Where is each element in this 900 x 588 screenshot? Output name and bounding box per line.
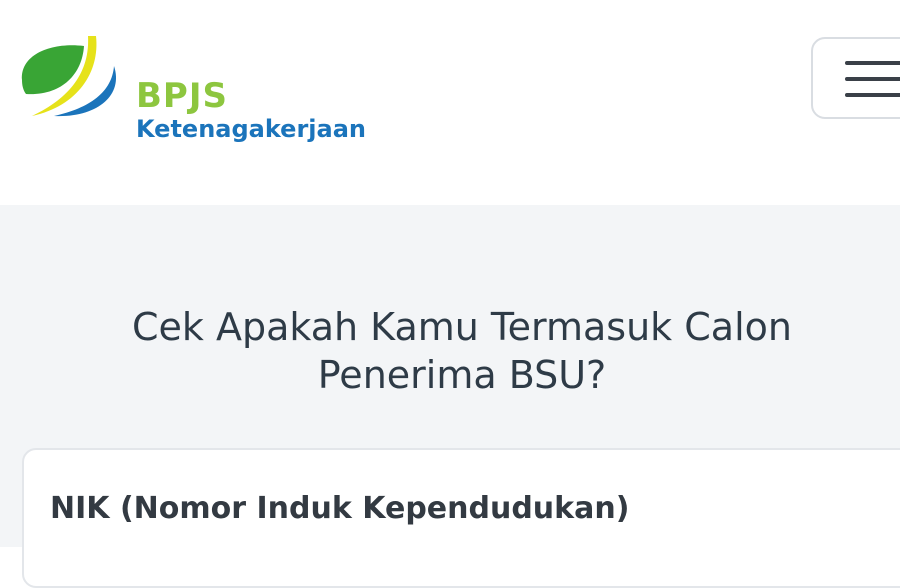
- menu-toggle-button[interactable]: [811, 37, 900, 119]
- nik-field-label: NIK (Nomor Induk Kependudukan): [50, 491, 630, 526]
- site-header: BPJS Ketenagakerjaan: [0, 0, 900, 205]
- check-form-card: NIK (Nomor Induk Kependudukan): [22, 448, 900, 588]
- bpjs-leaf-logo-icon: [21, 36, 117, 117]
- brand-subtitle: Ketenagakerjaan: [136, 115, 366, 143]
- main-section: Cek Apakah Kamu Termasuk Calon Penerima …: [0, 205, 900, 588]
- page-title-line2: Penerima BSU?: [317, 353, 607, 397]
- page-title: Cek Apakah Kamu Termasuk Calon Penerima …: [0, 303, 900, 399]
- brand-title: BPJS: [136, 76, 228, 116]
- page-title-line1: Cek Apakah Kamu Termasuk Calon: [132, 305, 792, 349]
- brand-logo[interactable]: BPJS Ketenagakerjaan: [16, 32, 396, 142]
